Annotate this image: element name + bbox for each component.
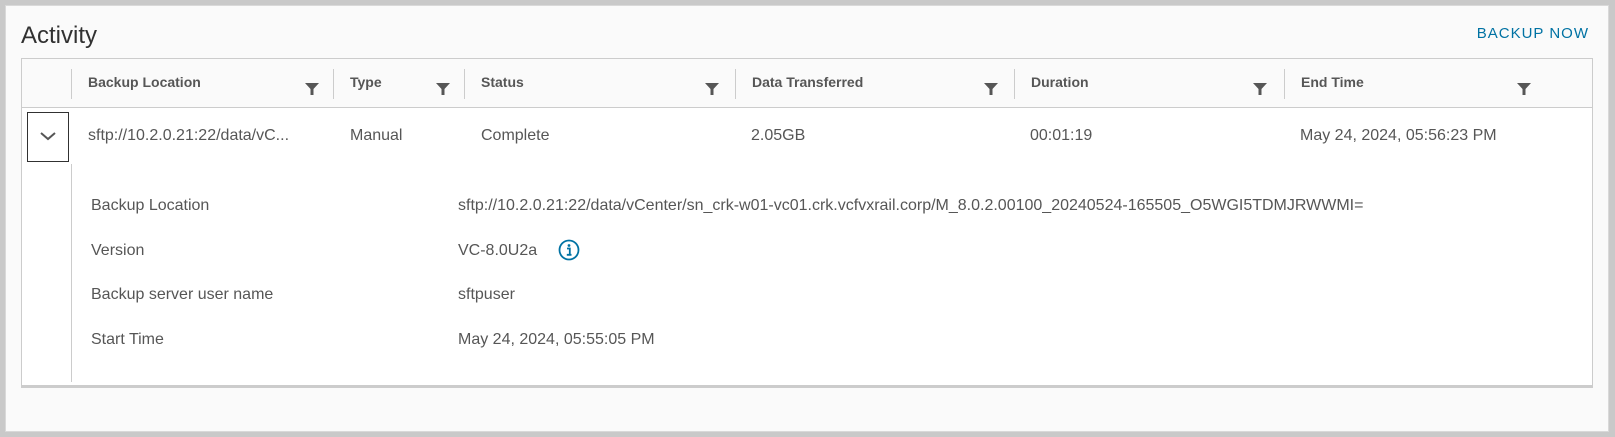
detail-label-version: Version [91, 242, 145, 259]
cell-end-time: May 24, 2024, 05:56:23 PM [1300, 127, 1497, 144]
cell-data-transferred: 2.05GB [751, 127, 806, 144]
filter-icon[interactable] [304, 82, 320, 96]
column-separator [464, 69, 465, 99]
cell-status: Complete [481, 127, 550, 144]
column-header-duration[interactable]: Duration [1014, 59, 1284, 107]
column-separator [333, 69, 334, 99]
column-label: Duration [1031, 74, 1089, 90]
filter-icon[interactable] [1516, 82, 1532, 96]
column-separator [71, 69, 72, 99]
filter-icon[interactable] [983, 82, 999, 96]
detail-value-start-time: May 24, 2024, 05:55:05 PM [458, 331, 655, 348]
detail-label-start-time: Start Time [91, 331, 164, 348]
column-label: Status [481, 74, 524, 90]
detail-value-username: sftpuser [458, 286, 515, 303]
column-header-status[interactable]: Status [464, 59, 735, 107]
column-label: Data Transferred [752, 74, 864, 90]
column-header-backup-location[interactable]: Backup Location [71, 59, 333, 107]
column-separator [1284, 69, 1285, 99]
table-row[interactable]: sftp://10.2.0.21:22/data/vC... Manual Co… [22, 108, 1592, 164]
column-separator [735, 69, 736, 99]
detail-value-version: VC-8.0U2a [458, 242, 538, 259]
column-label: Type [350, 74, 382, 90]
activity-panel: Activity BACKUP NOW Backup Location Type… [5, 5, 1609, 432]
column-label: End Time [1301, 74, 1364, 90]
activity-datagrid: Backup Location Type Status Data Transfe… [21, 58, 1593, 388]
page-title: Activity [21, 22, 98, 49]
filter-icon[interactable] [704, 82, 720, 96]
cell-backup-location: sftp://10.2.0.21:22/data/vC... [88, 127, 290, 144]
filter-icon[interactable] [1252, 82, 1268, 96]
column-label: Backup Location [88, 74, 201, 90]
filter-icon[interactable] [435, 82, 451, 96]
detail-value-backup-location: sftp://10.2.0.21:22/data/vCenter/sn_crk-… [458, 197, 1364, 214]
column-header-data-transferred[interactable]: Data Transferred [735, 59, 1014, 107]
info-icon[interactable] [558, 239, 580, 261]
detail-label-backup-location: Backup Location [91, 197, 210, 214]
datagrid-header: Backup Location Type Status Data Transfe… [22, 59, 1592, 108]
cell-type: Manual [350, 127, 403, 144]
column-header-type[interactable]: Type [333, 59, 464, 107]
detail-divider [71, 164, 72, 382]
detail-label-username: Backup server user name [91, 286, 274, 303]
cell-duration: 00:01:19 [1030, 127, 1093, 144]
backup-now-button[interactable]: BACKUP NOW [1477, 25, 1589, 42]
column-header-end-time[interactable]: End Time [1284, 59, 1592, 107]
column-separator [1014, 69, 1015, 99]
